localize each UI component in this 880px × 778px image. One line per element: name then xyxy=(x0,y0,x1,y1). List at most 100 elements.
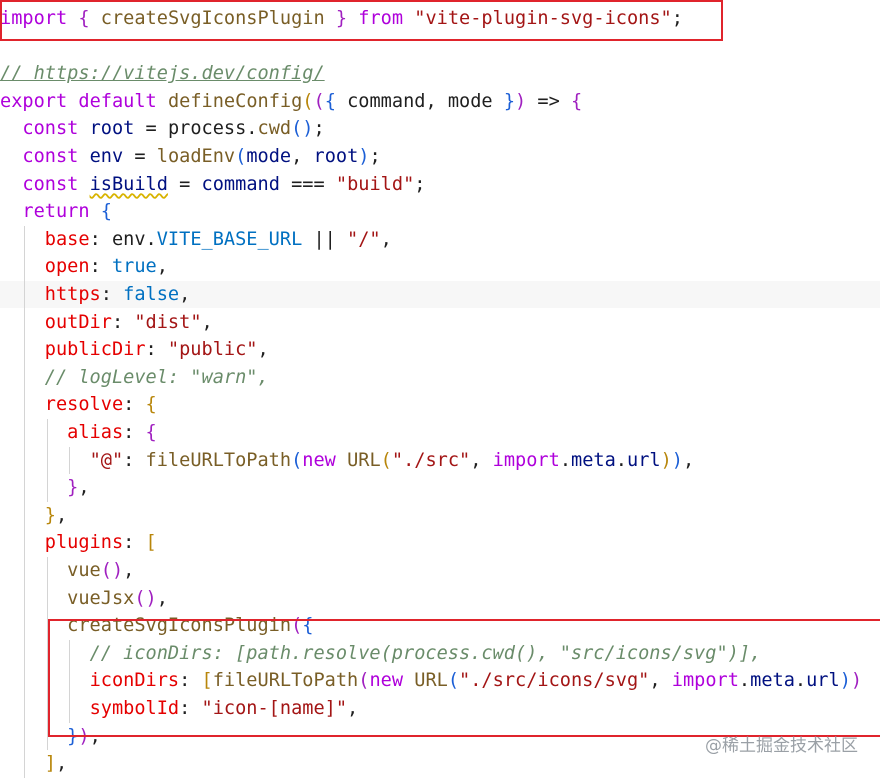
code-line: ], xyxy=(0,750,67,777)
code-line: // https://vitejs.dev/config/ xyxy=(0,60,325,87)
code-editor[interactable]: import { createSvgIconsPlugin } from "vi… xyxy=(0,0,880,778)
code-token: open xyxy=(44,256,90,278)
code-line: export default defineConfig(({ command, … xyxy=(0,88,582,115)
code-token: "build" xyxy=(335,173,415,195)
code-token: // https://vitejs.dev/config/ xyxy=(0,63,325,85)
code-token: "/" xyxy=(347,228,381,250)
code-line: const env = loadEnv(mode, root); xyxy=(0,143,381,170)
code-token: ( xyxy=(291,449,303,471)
code-token: , xyxy=(470,449,493,471)
code-token: vueJsx xyxy=(67,587,135,609)
code-token: : xyxy=(123,422,146,443)
code-token: fileURLToPath xyxy=(145,449,292,471)
code-token: outDir xyxy=(44,311,112,333)
code-token: = xyxy=(123,146,157,167)
code-token: ; xyxy=(313,118,325,140)
code-token: , xyxy=(201,311,213,333)
code-token: { xyxy=(145,394,157,416)
code-token: cwd xyxy=(257,118,292,140)
code-token: { xyxy=(571,90,583,112)
code-token: } xyxy=(67,477,79,499)
code-line: https: false, xyxy=(0,281,880,308)
code-token: defineConfig xyxy=(167,90,303,112)
code-token: root xyxy=(313,146,359,167)
code-token: const xyxy=(22,146,79,167)
code-token: === xyxy=(279,173,336,195)
code-token: export xyxy=(0,90,68,112)
code-token: [ xyxy=(145,532,157,554)
code-token: , xyxy=(55,753,68,775)
code-token: ) xyxy=(515,90,527,112)
code-line: vue(), xyxy=(0,557,134,584)
code-line: "@": fileURLToPath(new URL("./src", impo… xyxy=(0,447,695,474)
code-token: || xyxy=(302,228,348,250)
code-token: ) xyxy=(358,146,370,167)
code-token: ( xyxy=(302,90,314,112)
code-token: command, mode xyxy=(335,90,504,112)
code-line: }, xyxy=(0,502,67,529)
code-token: , xyxy=(78,477,90,499)
code-token: : xyxy=(111,311,135,333)
code-token: ; xyxy=(369,146,381,167)
code-token: url xyxy=(627,449,661,471)
code-token: } xyxy=(44,504,56,526)
code-token: , xyxy=(156,587,168,609)
code-token: : xyxy=(100,284,124,305)
code-token: { xyxy=(324,90,336,112)
code-token: false xyxy=(123,284,180,305)
code-token: () xyxy=(291,118,314,140)
code-token: loadEnv xyxy=(156,146,236,167)
code-token: publicDir xyxy=(44,339,146,361)
code-line: const isBuild = command === "build"; xyxy=(0,171,425,198)
code-line: outDir: "dist", xyxy=(0,309,213,336)
code-token: true xyxy=(111,256,157,278)
code-token: const xyxy=(22,118,79,140)
code-token: ( xyxy=(235,146,247,167)
code-token: : xyxy=(123,449,146,471)
code-token: URL xyxy=(347,449,381,471)
code-token: , xyxy=(179,284,191,305)
code-token: "@" xyxy=(89,449,124,471)
code-token: ( xyxy=(380,449,392,471)
code-token: const xyxy=(22,173,79,195)
watermark: @稀土掘金技术社区 xyxy=(705,736,858,756)
code-token: : xyxy=(89,256,112,278)
code-token: } xyxy=(503,90,516,112)
code-token: mode xyxy=(246,146,292,167)
code-token: "./src" xyxy=(391,449,471,471)
code-token: meta xyxy=(571,449,616,471)
code-token: , xyxy=(55,504,68,526)
code-token: { xyxy=(145,422,157,443)
code-token: import xyxy=(492,449,560,471)
code-token: . xyxy=(615,449,627,471)
code-token: resolve xyxy=(44,394,124,416)
code-token: command xyxy=(201,173,280,195)
code-token: = process. xyxy=(134,118,258,140)
code-line: base: env.VITE_BASE_URL || "/", xyxy=(0,226,392,253)
code-line: publicDir: "public", xyxy=(0,336,269,363)
code-line: const root = process.cwd(); xyxy=(0,115,325,142)
code-token: https xyxy=(44,284,101,305)
code-line: return { xyxy=(0,198,112,225)
code-token: : env. xyxy=(89,228,157,250)
code-token: isBuild xyxy=(89,173,168,195)
code-token: , xyxy=(683,449,695,471)
code-token: () xyxy=(100,560,124,581)
code-token: // logLevel: "warn", xyxy=(44,366,269,388)
code-token: alias xyxy=(67,422,124,443)
code-token: "dist" xyxy=(134,311,202,333)
